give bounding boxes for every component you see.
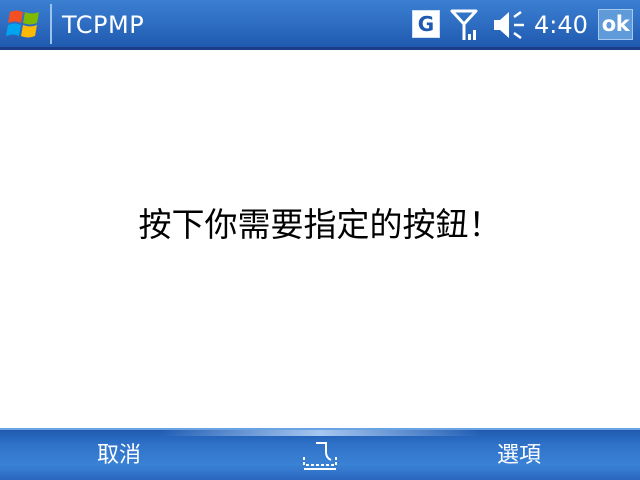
input-panel-icon[interactable] bbox=[302, 438, 338, 472]
options-softkey[interactable]: 選項 bbox=[497, 442, 541, 470]
assign-button-prompt: 按下你需要指定的按鈕！ bbox=[138, 205, 502, 244]
menu-bar: 取消 選項 bbox=[0, 428, 640, 480]
app-title: TCPMP bbox=[62, 11, 145, 39]
ok-button[interactable]: ok bbox=[598, 9, 633, 40]
volume-muted-icon[interactable] bbox=[492, 10, 528, 40]
clock[interactable]: 4:40 bbox=[534, 11, 588, 39]
start-button[interactable] bbox=[0, 0, 48, 47]
menu-bar-highlight bbox=[160, 430, 480, 436]
title-bar: TCPMP G 4:40 ok bbox=[0, 0, 640, 50]
cancel-softkey[interactable]: 取消 bbox=[97, 442, 141, 470]
signal-icon[interactable] bbox=[449, 8, 479, 42]
screen: TCPMP G 4:40 ok 按下你需要指定的按鈕！ 取消 選項 bbox=[0, 0, 640, 480]
content-area: 按下你需要指定的按鈕！ bbox=[0, 50, 640, 428]
g-network-icon[interactable]: G bbox=[412, 10, 440, 38]
title-separator bbox=[50, 4, 52, 44]
windows-flag-icon bbox=[6, 10, 39, 38]
